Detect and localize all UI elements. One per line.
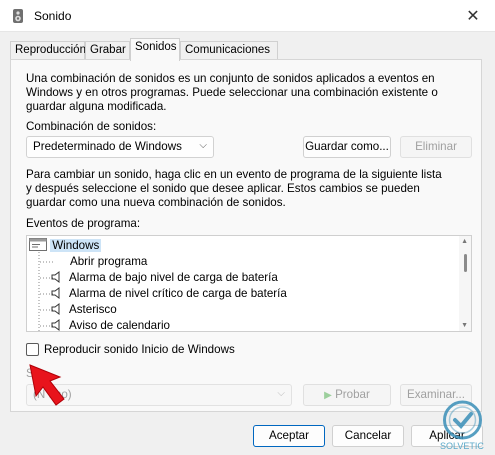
scroll-down-icon[interactable]: ▼	[461, 322, 468, 329]
speaker-icon	[51, 271, 60, 283]
event-item[interactable]: Alarma de bajo nivel de carga de batería	[51, 270, 278, 286]
cancel-button[interactable]: Cancelar	[332, 425, 404, 447]
event-item-label: Alarma de nivel crítico de carga de bate…	[69, 287, 287, 300]
event-item[interactable]: Asterisco	[51, 302, 117, 318]
delete-button[interactable]: Eliminar	[400, 136, 472, 158]
tab-sonidos[interactable]: Sonidos	[130, 38, 180, 61]
title-bar: Sonido ✕	[0, 0, 495, 32]
speaker-icon	[51, 287, 60, 299]
event-item-label: Aviso de calendario	[69, 319, 170, 332]
scheme-label: Combinación de sonidos:	[26, 120, 157, 133]
events-listbox[interactable]: Windows Abrir programa Alarma de bajo ni…	[26, 235, 472, 332]
save-as-button[interactable]: Guardar como...	[303, 136, 391, 158]
window-title: Sonido	[34, 9, 72, 23]
scroll-up-icon[interactable]: ▲	[461, 238, 468, 245]
accept-button[interactable]: Aceptar	[253, 425, 325, 447]
startup-sound-label: Reproducir sonido Inicio de Windows	[44, 343, 235, 356]
intro-line-1: Una combinación de sonidos es un conjunt…	[26, 72, 435, 85]
tab-comunicaciones[interactable]: Comunicaciones	[180, 41, 278, 60]
chevron-down-icon: ⌵	[277, 388, 285, 399]
intro-line-2: Windows y en otros programas. Puede sele…	[26, 86, 438, 99]
solvetic-logo	[443, 400, 482, 440]
chevron-down-icon: ⌵	[199, 140, 207, 151]
event-item[interactable]: Alarma de nivel crítico de carga de bate…	[51, 286, 287, 302]
scheme-select-value: Predeterminado de Windows	[33, 140, 182, 153]
event-item[interactable]: Abrir programa	[70, 254, 147, 270]
speaker-icon	[51, 303, 60, 315]
tab-reproduccion[interactable]: Reproducción	[10, 41, 86, 60]
instructions-line-2: y después seleccione el sonido que desee…	[26, 182, 420, 195]
tab-grabar[interactable]: Grabar	[85, 41, 130, 60]
events-scrollbar[interactable]: ▲ ▼	[459, 236, 471, 331]
scheme-select[interactable]: Predeterminado de Windows ⌵	[26, 136, 214, 158]
close-button[interactable]: ✕	[451, 0, 495, 32]
scrollbar-thumb[interactable]	[464, 254, 467, 272]
event-item[interactable]: Aviso de calendario	[51, 318, 170, 332]
annotation-arrow	[29, 364, 65, 406]
events-label: Eventos de programa:	[26, 217, 141, 230]
test-button-label: Probar	[335, 388, 370, 401]
instructions-line-1: Para cambiar un sonido, haga clic en un …	[26, 168, 442, 181]
event-item-label: Asterisco	[69, 303, 117, 316]
close-icon: ✕	[466, 8, 480, 25]
speaker-icon	[51, 319, 60, 331]
speaker-app-icon	[13, 9, 23, 23]
startup-sound-checkbox[interactable]	[26, 343, 39, 356]
intro-line-3: guardar alguna modificada.	[26, 100, 167, 113]
event-item-label: Alarma de bajo nivel de carga de batería	[69, 271, 278, 284]
instructions-line-3: guardar como una nueva combinación de so…	[26, 196, 286, 209]
play-icon: ▶	[324, 390, 332, 401]
test-button[interactable]: ▶ Probar	[303, 384, 391, 406]
watermark-text: SOLVETIC	[440, 441, 484, 451]
